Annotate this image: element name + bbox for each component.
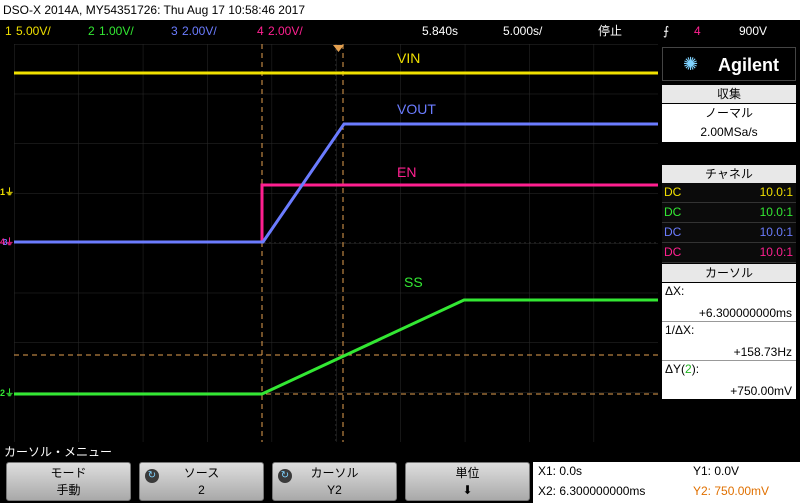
brand-name: Agilent <box>718 55 779 75</box>
ch2-probe: 10.0:1 <box>759 205 793 219</box>
trigger-slope-icon: ⨍ <box>663 24 670 38</box>
acquisition-info: ノーマル 2.00MSa/s <box>662 104 796 142</box>
title-text: DSO-X 2014A, MY54351726: Thu Aug 17 10:5… <box>3 3 306 17</box>
delta-y-channel: 2 <box>685 362 692 376</box>
softkey-cursor-value: Y2 <box>327 483 342 497</box>
delta-x-value: +6.300000000ms <box>698 306 792 320</box>
ch3-number[interactable]: 3 <box>171 20 178 42</box>
ch3-coupling: DC <box>664 225 682 239</box>
inverse-delta-x-readout: 1/ΔX: +158.73Hz <box>662 322 796 361</box>
acquisition-mode: ノーマル <box>704 106 753 120</box>
ch3-info-row: DC 10.0:1 <box>662 223 796 243</box>
ch4-probe: 10.0:1 <box>759 245 793 259</box>
delta-y-label: ΔY(2): <box>665 362 699 376</box>
time-delay[interactable]: 5.840s <box>422 20 458 42</box>
softkey-mode[interactable]: モード 手動 <box>6 462 131 501</box>
ss-label: SS <box>404 274 423 290</box>
acquisition-header[interactable]: 収集 <box>662 85 796 103</box>
softkey-cursor[interactable]: ↻ カーソル Y2 <box>272 462 397 501</box>
ch2-scale[interactable]: 1.00V/ <box>99 20 134 42</box>
ch1-coupling: DC <box>664 185 682 199</box>
waveform-canvas: VIN VOUT EN SS <box>14 44 658 442</box>
softkey-mode-value: 手動 <box>56 483 81 497</box>
ch3-ground-marker[interactable]: 3 <box>3 238 7 248</box>
ch2-info-row: DC 10.0:1 <box>662 203 796 223</box>
x2-readout: X2: 6.300000000ms <box>538 484 646 498</box>
ch4-number[interactable]: 4 <box>257 20 264 42</box>
x1-readout: X1: 0.0s <box>538 464 583 478</box>
sample-rate: 2.00MSa/s <box>700 125 758 139</box>
inverse-delta-x-value: +158.73Hz <box>733 345 792 359</box>
cursor-readout: X1: 0.0s X2: 6.300000000ms Y1: 0.0V Y2: … <box>533 462 800 503</box>
vout-label: VOUT <box>397 101 436 117</box>
en-label: EN <box>397 164 416 180</box>
y1-readout: Y1: 0.0V <box>693 464 740 478</box>
softkey-cursor-label: カーソル <box>310 466 359 480</box>
softkey-units-label: 単位 <box>455 466 480 480</box>
delta-x-readout: ΔX: +6.300000000ms <box>662 283 796 322</box>
waveform-display[interactable]: VIN VOUT EN SS <box>14 44 658 442</box>
delta-y-value: +750.00mV <box>730 384 792 398</box>
ch4-scale[interactable]: 2.00V/ <box>268 20 303 42</box>
y2-readout: Y2: 750.00mV <box>693 484 770 498</box>
channel-settings-bar: 1 5.00V/ 2 1.00V/ 3 2.00V/ 4 2.00V/ 5.84… <box>0 20 800 42</box>
delta-y-label-suffix: ): <box>691 362 700 376</box>
time-scale[interactable]: 5.000s/ <box>503 20 542 42</box>
softkey-source-value: 2 <box>198 483 205 497</box>
delta-y-label-prefix: ΔY( <box>665 362 686 376</box>
trigger-source[interactable]: 4 <box>694 20 701 42</box>
ch4-info-row: DC 10.0:1 <box>662 243 796 263</box>
ch3-scale[interactable]: 2.00V/ <box>182 20 217 42</box>
run-state[interactable]: 停止 <box>598 20 622 42</box>
title-bar: DSO-X 2014A, MY54351726: Thu Aug 17 10:5… <box>0 0 800 20</box>
brand-logo: ✺ Agilent <box>662 47 796 81</box>
cursor-header[interactable]: カーソル <box>662 264 796 282</box>
ch2-coupling: DC <box>664 205 682 219</box>
ch3-probe: 10.0:1 <box>759 225 793 239</box>
ch2-number[interactable]: 2 <box>88 20 95 42</box>
menu-title: カーソル・メニュー <box>0 443 800 461</box>
agilent-spark-icon: ✺ <box>683 54 699 74</box>
ch1-number[interactable]: 1 <box>5 20 12 42</box>
softkey-mode-label: モード <box>50 466 87 480</box>
ch4-coupling: DC <box>664 245 682 259</box>
delta-x-label: ΔX: <box>665 284 685 298</box>
softkey-source-label: ソース <box>183 466 220 480</box>
softkey-source[interactable]: ↻ ソース 2 <box>139 462 264 501</box>
softkey-units[interactable]: 単位 ⬇ <box>405 462 530 501</box>
channel-header[interactable]: チャネル <box>662 165 796 183</box>
trigger-level[interactable]: 900V <box>739 20 767 42</box>
vin-label: VIN <box>397 50 420 66</box>
delta-y-readout: ΔY(2): +750.00mV <box>662 361 796 399</box>
ch1-ground-marker[interactable]: 1⏚ <box>0 187 14 197</box>
ch2-ground-marker[interactable]: 2⏚ <box>0 388 14 398</box>
down-arrow-icon: ⬇ <box>462 483 473 497</box>
info-panel: ✺ Agilent 収集 ノーマル 2.00MSa/s チャネル DC 10.0… <box>659 44 800 442</box>
ch1-probe: 10.0:1 <box>759 185 793 199</box>
channel-markers: 1⏚ 4⏚ 3 2⏚ <box>0 44 14 442</box>
ch1-scale[interactable]: 5.00V/ <box>16 20 51 42</box>
ch1-info-row: DC 10.0:1 <box>662 183 796 203</box>
inverse-delta-x-label: 1/ΔX: <box>665 323 695 337</box>
